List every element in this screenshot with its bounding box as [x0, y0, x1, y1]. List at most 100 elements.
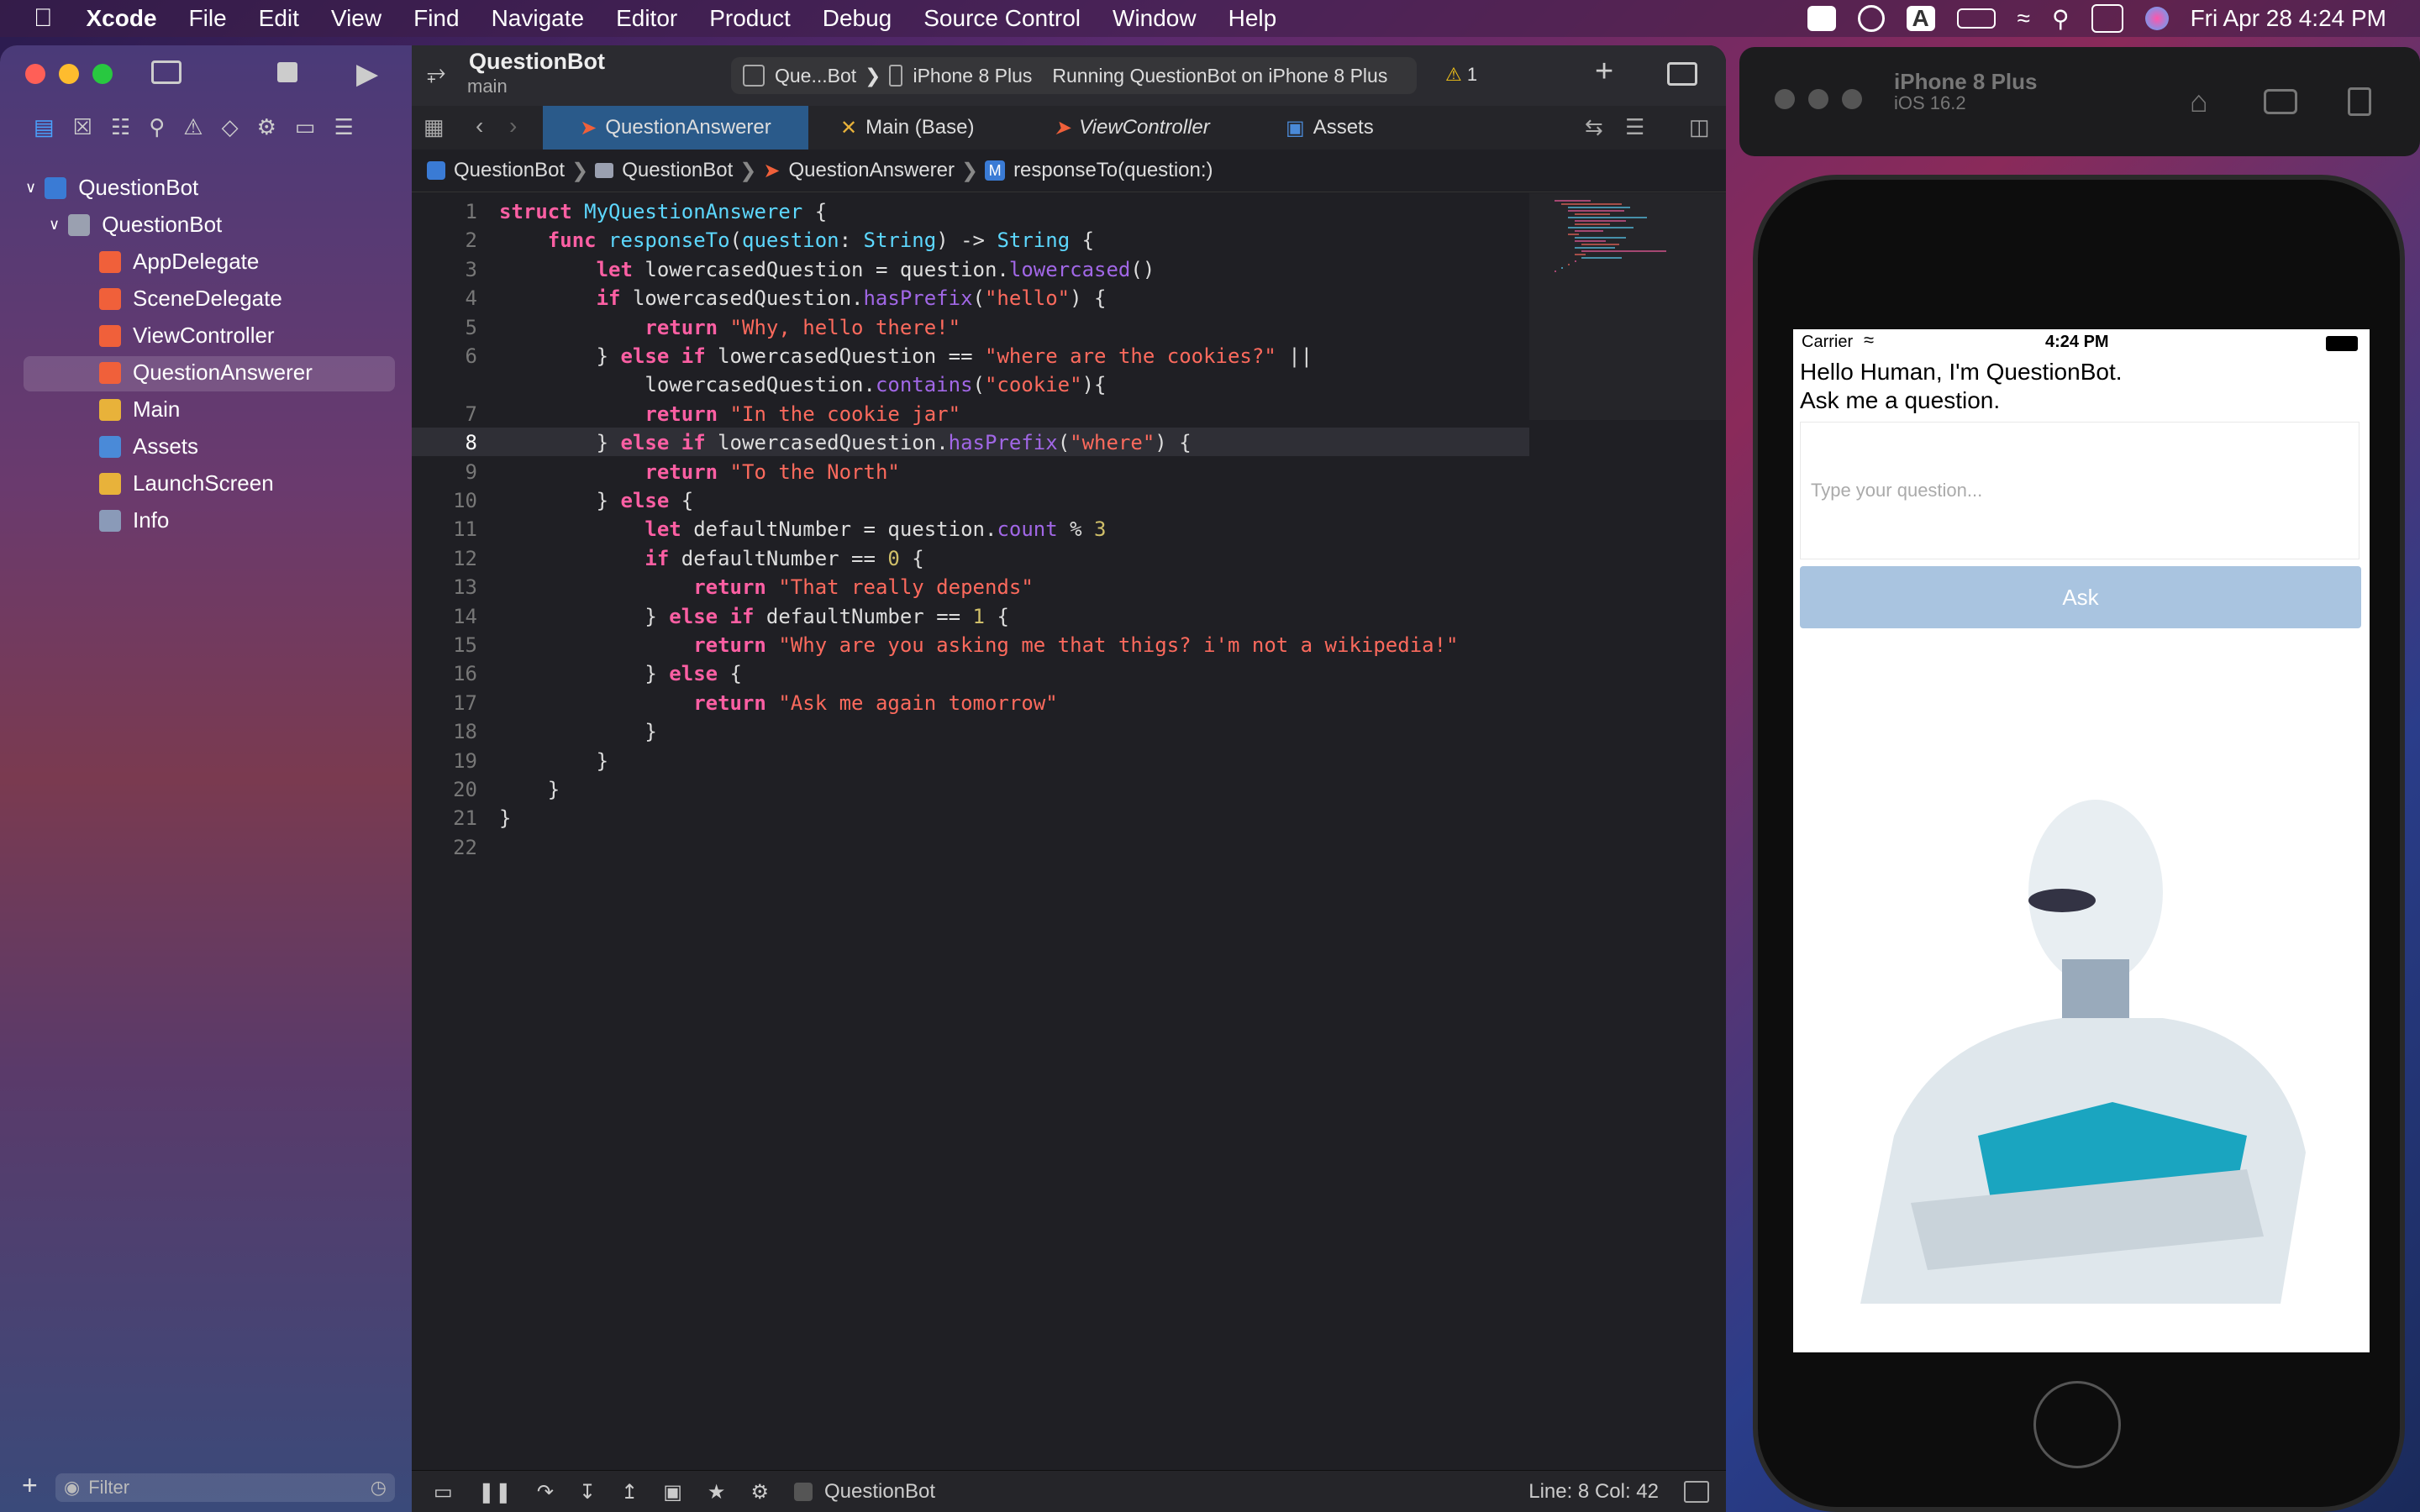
- code-line[interactable]: } else if defaultNumber == 1 {: [499, 605, 1009, 628]
- recent-files-icon[interactable]: ◷: [371, 1477, 387, 1499]
- test-icon[interactable]: ◇: [222, 114, 239, 144]
- pause-icon[interactable]: ❚❚: [478, 1480, 512, 1504]
- rotate-icon[interactable]: [2348, 87, 2371, 116]
- minimap[interactable]: [1529, 193, 1726, 420]
- source-control-icon[interactable]: ☒: [73, 114, 92, 144]
- split-editor-icon[interactable]: ◫: [1689, 114, 1710, 140]
- battery-icon[interactable]: [1956, 8, 1996, 29]
- folder-icon[interactable]: ▤: [34, 114, 55, 144]
- report-icon[interactable]: ☰: [334, 114, 353, 144]
- code-line[interactable]: struct MyQuestionAnswerer {: [499, 200, 827, 223]
- breadcrumb-item[interactable]: QuestionBot: [454, 159, 565, 182]
- code-line[interactable]: return "Why, hello there!": [499, 316, 960, 339]
- disclosure-open-icon[interactable]: ∨: [25, 179, 36, 197]
- code-line[interactable]: return "In the cookie jar": [499, 402, 960, 426]
- code-line[interactable]: } else if lowercasedQuestion == "where a…: [499, 344, 1313, 368]
- tab-questionanswerer[interactable]: ➤ QuestionAnswerer: [543, 106, 808, 150]
- editor-options-icon[interactable]: ☰: [1625, 114, 1644, 140]
- filter-field[interactable]: ◉ Filter ◷: [55, 1473, 395, 1502]
- find-icon[interactable]: ⚲: [149, 114, 165, 144]
- symbol-icon[interactable]: ☷: [111, 114, 130, 144]
- warnings-badge[interactable]: ⚠ 1: [1445, 64, 1477, 86]
- apple-icon[interactable]: : [34, 4, 53, 33]
- wifi-icon[interactable]: ≈: [2018, 5, 2030, 32]
- step-out-icon[interactable]: ↥: [621, 1480, 638, 1504]
- debug-icon[interactable]: ⚙: [257, 114, 276, 144]
- search-icon[interactable]: ⚲: [2052, 5, 2070, 33]
- forward-icon[interactable]: ›: [509, 113, 517, 139]
- code-line[interactable]: } else {: [499, 489, 694, 512]
- zoom-window-button[interactable]: [1842, 89, 1862, 109]
- input-source-icon[interactable]: A: [1906, 6, 1935, 31]
- breadcrumb-item[interactable]: QuestionAnswerer: [789, 159, 955, 182]
- code-line[interactable]: }: [499, 720, 656, 743]
- warning-icon[interactable]: ⚠: [183, 114, 203, 144]
- menu-debug[interactable]: Debug: [823, 5, 892, 32]
- menu-editor[interactable]: Editor: [616, 5, 677, 32]
- siri-icon[interactable]: [2144, 7, 2169, 30]
- control-center-icon[interactable]: [2091, 4, 2123, 33]
- debug-area-toggle-icon[interactable]: [1684, 1481, 1709, 1503]
- home-icon[interactable]: ⌂: [2190, 84, 2208, 119]
- filter-options-icon[interactable]: ◉: [64, 1477, 80, 1499]
- code-line[interactable]: if lowercasedQuestion.hasPrefix("hello")…: [499, 286, 1107, 310]
- menu-clock[interactable]: Fri Apr 28 4:24 PM: [2191, 5, 2386, 32]
- memory-graph-icon[interactable]: ★: [708, 1480, 726, 1504]
- code-line[interactable]: return "Ask me again tomorrow": [499, 691, 1058, 715]
- tree-item-scenedelegate[interactable]: SceneDelegate: [99, 286, 282, 312]
- tab-assets[interactable]: ▣ Assets: [1286, 106, 1374, 150]
- environment-icon[interactable]: ⚙: [750, 1480, 769, 1504]
- ask-button[interactable]: Ask: [1800, 566, 2361, 628]
- console-toggle-icon[interactable]: ▭: [434, 1480, 453, 1504]
- tree-item-info[interactable]: Info: [99, 507, 169, 533]
- code-line[interactable]: } else if lowercasedQuestion.hasPrefix("…: [499, 431, 1192, 454]
- menu-file[interactable]: File: [189, 5, 227, 32]
- related-items-icon[interactable]: ⇆: [1585, 114, 1603, 140]
- tree-item-questionanswerer[interactable]: QuestionAnswerer: [99, 360, 313, 386]
- code-line[interactable]: }: [499, 778, 560, 801]
- scheme-activity-bar[interactable]: Que...Bot ❯ iPhone 8 Plus Running Questi…: [731, 57, 1417, 94]
- disclosure-open-icon[interactable]: ∨: [49, 216, 60, 234]
- tab-main[interactable]: ✕ Main (Base): [840, 106, 974, 150]
- debug-target[interactable]: QuestionBot: [824, 1480, 935, 1504]
- add-icon[interactable]: +: [22, 1470, 38, 1501]
- tree-item-launchscreen[interactable]: LaunchScreen: [99, 470, 274, 496]
- code-line[interactable]: }: [499, 749, 608, 773]
- breadcrumb-item[interactable]: QuestionBot: [622, 159, 733, 182]
- tree-item-project[interactable]: ∨ QuestionBot: [25, 175, 198, 201]
- code-line[interactable]: lowercasedQuestion.contains("cookie"){: [499, 373, 1106, 396]
- screenshot-icon[interactable]: [2264, 89, 2297, 114]
- question-input[interactable]: Type your question...: [1800, 422, 2360, 559]
- xcode-status-icon[interactable]: [1807, 6, 1836, 31]
- code-line[interactable]: return "Why are you asking me that thigs…: [499, 633, 1458, 657]
- menu-product[interactable]: Product: [709, 5, 791, 32]
- step-into-icon[interactable]: ↧: [579, 1480, 596, 1504]
- zoom-window-button[interactable]: [92, 64, 113, 84]
- view-hierarchy-icon[interactable]: ▣: [663, 1480, 682, 1504]
- breadcrumb-item[interactable]: responseTo(question:): [1013, 159, 1213, 182]
- code-editor[interactable]: 1 struct MyQuestionAnswerer {2 func respo…: [412, 193, 1529, 1462]
- close-window-button[interactable]: [1775, 89, 1795, 109]
- sidebar-toggle-icon[interactable]: [151, 60, 182, 84]
- tab-viewcontroller[interactable]: ➤ ViewController: [1054, 106, 1210, 150]
- add-library-icon[interactable]: +: [1595, 54, 1613, 90]
- code-line[interactable]: if defaultNumber == 0 {: [499, 547, 923, 570]
- home-button[interactable]: [2033, 1381, 2121, 1468]
- minimize-window-button[interactable]: [59, 64, 79, 84]
- menu-edit[interactable]: Edit: [259, 5, 299, 32]
- breakpoint-icon[interactable]: ▭: [295, 114, 316, 144]
- tree-item-group[interactable]: ∨ QuestionBot: [49, 212, 222, 238]
- run-button[interactable]: ▶: [356, 57, 378, 91]
- code-line[interactable]: return "To the North": [499, 460, 899, 484]
- scheme-selector[interactable]: Que...Bot: [775, 65, 856, 87]
- inspector-toggle-icon[interactable]: [1667, 62, 1697, 86]
- step-over-icon[interactable]: ↷: [537, 1480, 554, 1504]
- menu-help[interactable]: Help: [1228, 5, 1277, 32]
- menu-window[interactable]: Window: [1113, 5, 1197, 32]
- code-line[interactable]: let lowercasedQuestion = question.lowerc…: [499, 258, 1155, 281]
- menu-navigate[interactable]: Navigate: [492, 5, 585, 32]
- code-line[interactable]: func responseTo(question: String) -> Str…: [499, 228, 1094, 252]
- device-selector[interactable]: iPhone 8 Plus: [913, 65, 1032, 87]
- code-line[interactable]: return "That really depends": [499, 575, 1034, 599]
- minimize-window-button[interactable]: [1808, 89, 1828, 109]
